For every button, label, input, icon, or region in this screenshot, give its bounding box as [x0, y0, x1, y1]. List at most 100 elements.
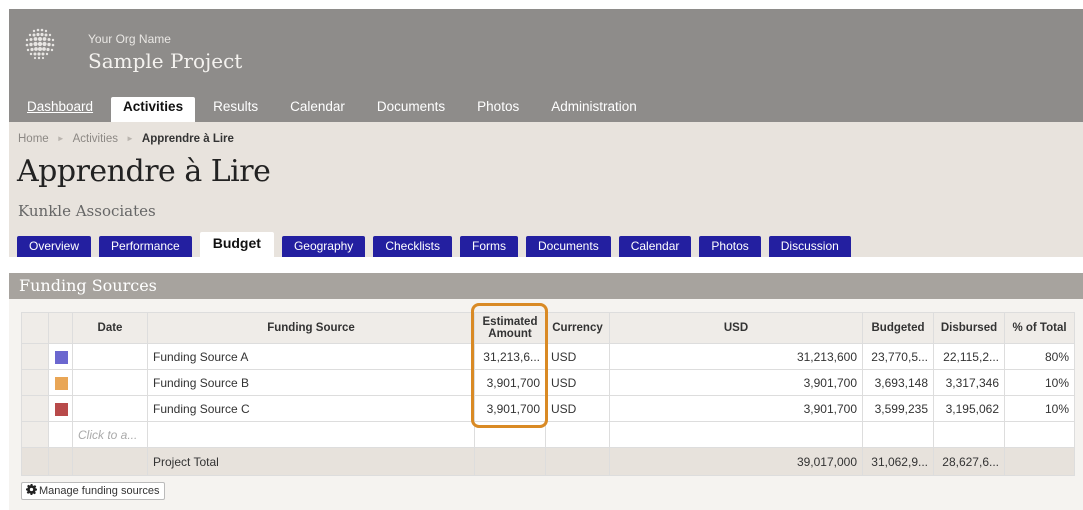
cell-pct: 10%	[1004, 369, 1075, 396]
cell-date[interactable]	[72, 395, 148, 422]
cell-currency[interactable]: USD	[545, 395, 610, 422]
tab-checklists[interactable]: Checklists	[373, 236, 452, 257]
tab-documents[interactable]: Documents	[526, 236, 611, 257]
total-row: Project Total 39,017,000 31,062,9... 28,…	[21, 447, 1075, 476]
section-header: Funding Sources	[9, 273, 1083, 299]
main-nav: Dashboard Activities Results Calendar Do…	[9, 97, 1083, 122]
cell-currency[interactable]: USD	[545, 369, 610, 396]
cell-pct: 80%	[1004, 343, 1075, 370]
cell-funding-source[interactable]: Funding Source C	[147, 395, 475, 422]
cell-currency	[545, 447, 610, 476]
tab-forms[interactable]: Forms	[460, 236, 518, 257]
total-disbursed: 28,627,6...	[933, 447, 1005, 476]
header-date[interactable]: Date	[72, 312, 148, 344]
table-row[interactable]: Funding Source A 31,213,6... USD 31,213,…	[21, 343, 1075, 370]
manage-button-label: Manage funding sources	[39, 485, 160, 497]
row-gutter	[21, 369, 49, 396]
row-color-cell	[48, 369, 73, 396]
tab-performance[interactable]: Performance	[99, 236, 192, 257]
activity-tabs: Overview Performance Budget Geography Ch…	[17, 232, 859, 257]
logo-icon	[25, 28, 55, 60]
tab-discussion[interactable]: Discussion	[768, 236, 851, 257]
total-pct	[1004, 447, 1075, 476]
cell-budgeted: 3,599,235	[862, 395, 934, 422]
row-gutter	[21, 343, 49, 370]
breadcrumb-current: Apprendre à Lire	[141, 133, 234, 145]
total-budgeted: 31,062,9...	[862, 447, 934, 476]
cell-usd: 3,901,700	[609, 395, 863, 422]
cell-funding-source[interactable]: Funding Source A	[147, 343, 475, 370]
cell-estimated-amount[interactable]	[474, 421, 546, 448]
cell-funding-source[interactable]: Funding Source B	[147, 369, 475, 396]
manage-funding-sources-button[interactable]: Manage funding sources	[21, 482, 166, 500]
nav-item-administration[interactable]: Administration	[535, 97, 653, 122]
tab-photos[interactable]: Photos	[699, 236, 761, 257]
funding-sources-table: Date Funding Source Estimated Amount Cur…	[21, 312, 1075, 476]
page-header: Home ► Activities ► Apprendre à Lire Apprend…	[9, 122, 1083, 257]
cell-date[interactable]	[72, 369, 148, 396]
cell-estimated-amount[interactable]: 3,901,700	[474, 369, 546, 396]
tab-budget[interactable]: Budget	[199, 232, 274, 257]
gear-icon	[26, 484, 37, 495]
nav-item-dashboard[interactable]: Dashboard	[19, 97, 109, 122]
new-row[interactable]: Click to a...	[21, 421, 1075, 448]
header-pct-of-total[interactable]: % of Total	[1004, 312, 1075, 344]
tab-calendar[interactable]: Calendar	[618, 236, 692, 257]
cell-date[interactable]	[72, 343, 148, 370]
header-color	[48, 312, 73, 344]
header-estimated-amount[interactable]: Estimated Amount	[474, 312, 546, 344]
table-row[interactable]: Funding Source B 3,901,700 USD 3,901,700…	[21, 369, 1075, 396]
header-budgeted[interactable]: Budgeted	[862, 312, 934, 344]
table-header-row: Date Funding Source Estimated Amount Cur…	[21, 312, 1075, 344]
cell-currency[interactable]	[545, 421, 610, 448]
table-row[interactable]: Funding Source C 3,901,700 USD 3,901,700…	[21, 395, 1075, 422]
row-color-cell	[48, 343, 73, 370]
project-name[interactable]: Sample Project	[88, 49, 242, 73]
row-gutter	[21, 395, 49, 422]
cell-estimated-amount[interactable]: 3,901,700	[474, 395, 546, 422]
cell-disbursed: 3,195,062	[933, 395, 1005, 422]
page-subtitle: Kunkle Associates	[18, 202, 156, 220]
breadcrumb: Home ► Activities ► Apprendre à Lire	[18, 133, 234, 145]
row-color-cell	[48, 395, 73, 422]
cell-budgeted: 23,770,5...	[862, 343, 934, 370]
cell-funding-source[interactable]	[147, 421, 475, 448]
row-gutter	[21, 447, 49, 476]
nav-item-activities[interactable]: Activities	[111, 97, 196, 122]
header-currency[interactable]: Currency	[545, 312, 610, 344]
new-row-placeholder[interactable]: Click to a...	[72, 421, 148, 448]
page-title: Apprendre à Lire	[17, 154, 271, 189]
app-window: Your Org Name Sample Project Dashboard A…	[0, 0, 1083, 510]
cell-date	[72, 447, 148, 476]
color-swatch-icon	[55, 376, 68, 390]
cell-estimated-amount[interactable]: 31,213,6...	[474, 343, 546, 370]
row-color-cell	[48, 421, 73, 448]
breadcrumb-activities[interactable]: Activities	[73, 133, 118, 145]
nav-item-photos[interactable]: Photos	[461, 97, 535, 122]
cell-budgeted	[862, 421, 934, 448]
tab-overview[interactable]: Overview	[17, 236, 92, 257]
cell-disbursed: 3,317,346	[933, 369, 1005, 396]
breadcrumb-separator-icon: ►	[125, 134, 134, 143]
color-swatch-icon	[55, 350, 68, 364]
section-title: Funding Sources	[19, 276, 157, 295]
header-usd[interactable]: USD	[609, 312, 863, 344]
cell-usd: 31,213,600	[609, 343, 863, 370]
cell-pct: 10%	[1004, 395, 1075, 422]
header-gutter	[21, 312, 49, 344]
header-funding-source[interactable]: Funding Source	[147, 312, 475, 344]
breadcrumb-home[interactable]: Home	[18, 133, 49, 145]
header-disbursed[interactable]: Disbursed	[933, 312, 1005, 344]
nav-item-results[interactable]: Results	[197, 97, 274, 122]
color-swatch-icon	[55, 402, 68, 416]
cell-currency[interactable]: USD	[545, 343, 610, 370]
nav-item-documents[interactable]: Documents	[361, 97, 461, 122]
cell-budgeted: 3,693,148	[862, 369, 934, 396]
org-name: Your Org Name	[88, 32, 171, 46]
cell-usd: 3,901,700	[609, 369, 863, 396]
cell-disbursed	[933, 421, 1005, 448]
cell-disbursed: 22,115,2...	[933, 343, 1005, 370]
nav-item-calendar[interactable]: Calendar	[274, 97, 361, 122]
total-label: Project Total	[147, 447, 475, 476]
tab-geography[interactable]: Geography	[281, 236, 366, 257]
